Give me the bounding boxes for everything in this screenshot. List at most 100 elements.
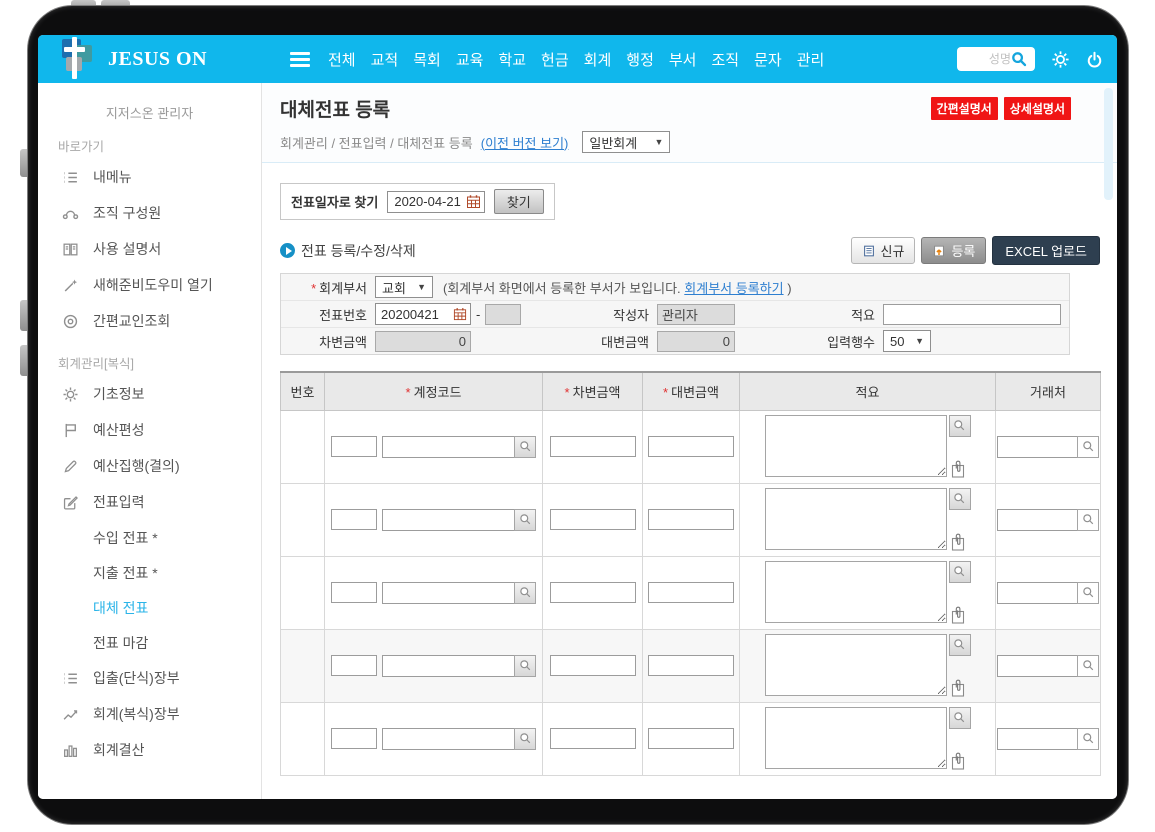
nav-item-9[interactable]: 부서 — [669, 49, 697, 70]
attachment-icon[interactable] — [950, 459, 966, 479]
nav-item-6[interactable]: 헌금 — [541, 49, 569, 70]
summary-textarea[interactable] — [765, 488, 947, 550]
account-search-button[interactable] — [514, 728, 536, 750]
slip-date-input[interactable]: 2020-04-21 — [387, 191, 485, 213]
account-code-input[interactable] — [331, 436, 377, 457]
nav-item-8[interactable]: 행정 — [626, 49, 654, 70]
sidebar-item-회계결산[interactable]: 회계결산 — [38, 732, 261, 768]
dept-register-link[interactable]: 회계부서 등록하기 — [684, 281, 783, 296]
gear-icon[interactable] — [1051, 50, 1070, 69]
search-icon[interactable] — [1011, 51, 1027, 67]
sidebar-item-기초정보[interactable]: 기초정보 — [38, 376, 261, 412]
debit-input[interactable] — [550, 728, 636, 749]
vendor-input[interactable] — [997, 509, 1077, 531]
find-button[interactable]: 찾기 — [494, 189, 544, 214]
dept-select[interactable]: 교회▼ — [375, 276, 433, 298]
nav-item-7[interactable]: 회계 — [584, 49, 612, 70]
hamburger-menu-icon[interactable] — [290, 49, 310, 70]
vendor-input[interactable] — [997, 582, 1077, 604]
excel-upload-button[interactable]: EXCEL 업로드 — [992, 236, 1100, 265]
slip-no-input[interactable]: 20200421 — [375, 303, 471, 325]
account-code-input[interactable] — [331, 582, 377, 603]
account-name-input[interactable] — [382, 582, 514, 604]
credit-input[interactable] — [648, 728, 734, 749]
nav-item-5[interactable]: 학교 — [498, 49, 526, 70]
account-code-input[interactable] — [331, 728, 377, 749]
quick-manual-button[interactable]: 간편설명서 — [931, 97, 998, 120]
account-search-button[interactable] — [514, 509, 536, 531]
nav-item-1[interactable]: 전체 — [328, 49, 356, 70]
sidebar-item-전표입력[interactable]: 전표입력 — [38, 484, 261, 520]
slip-no-suffix-input[interactable] — [485, 304, 521, 325]
credit-input[interactable] — [648, 655, 734, 676]
account-code-input[interactable] — [331, 655, 377, 676]
account-search-button[interactable] — [514, 436, 536, 458]
vendor-search-button[interactable] — [1077, 728, 1099, 750]
vendor-search-button[interactable] — [1077, 436, 1099, 458]
ledger-select[interactable]: 일반회계▼ — [582, 131, 670, 153]
summary-input[interactable] — [883, 304, 1061, 325]
account-code-input[interactable] — [331, 509, 377, 530]
sidebar-item-사용설명서[interactable]: 사용 설명서 — [38, 231, 261, 267]
debit-input[interactable] — [550, 655, 636, 676]
sidebar-item-대체전표[interactable]: 대체 전표 — [38, 590, 261, 625]
nav-item-10[interactable]: 조직 — [711, 49, 739, 70]
account-name-input[interactable] — [382, 436, 514, 458]
account-name-input[interactable] — [382, 509, 514, 531]
credit-input[interactable] — [648, 509, 734, 530]
attachment-icon[interactable] — [950, 605, 966, 625]
attachment-icon[interactable] — [950, 532, 966, 552]
sidebar-item-예산편성[interactable]: 예산편성 — [38, 412, 261, 448]
nav-item-11[interactable]: 문자 — [754, 49, 782, 70]
attachment-icon[interactable] — [950, 678, 966, 698]
calendar-icon[interactable] — [466, 194, 481, 209]
debit-input[interactable] — [550, 582, 636, 603]
account-name-input[interactable] — [382, 655, 514, 677]
scrollbar[interactable] — [1104, 88, 1113, 200]
vendor-search-button[interactable] — [1077, 655, 1099, 677]
summary-textarea[interactable] — [765, 707, 947, 769]
register-button[interactable]: 등록 — [921, 237, 986, 264]
account-name-input[interactable] — [382, 728, 514, 750]
debit-input[interactable] — [550, 509, 636, 530]
sidebar-item-지출전표[interactable]: 지출 전표 * — [38, 555, 261, 590]
summary-search-button[interactable] — [949, 415, 971, 437]
account-search-button[interactable] — [514, 655, 536, 677]
nav-item-2[interactable]: 교적 — [371, 49, 399, 70]
sidebar-item-조직구성원[interactable]: 조직 구성원 — [38, 195, 261, 231]
credit-input[interactable] — [648, 582, 734, 603]
sidebar-item-수입전표[interactable]: 수입 전표 * — [38, 520, 261, 555]
summary-search-button[interactable] — [949, 488, 971, 510]
vendor-input[interactable] — [997, 728, 1077, 750]
calendar-icon[interactable] — [453, 307, 467, 321]
summary-textarea[interactable] — [765, 561, 947, 623]
sidebar-item-회계(복식)장부[interactable]: 회계(복식)장부 — [38, 696, 261, 732]
sidebar-item-새해준비도우미열기[interactable]: 새해준비도우미 열기 — [38, 267, 261, 303]
summary-textarea[interactable] — [765, 634, 947, 696]
nav-item-12[interactable]: 관리 — [797, 49, 825, 70]
credit-input[interactable] — [648, 436, 734, 457]
summary-search-button[interactable] — [949, 561, 971, 583]
attachment-icon[interactable] — [950, 751, 966, 771]
sidebar-item-입출(단식)장부[interactable]: 입출(단식)장부 — [38, 660, 261, 696]
sidebar-item-전표마감[interactable]: 전표 마감 — [38, 625, 261, 660]
power-icon[interactable] — [1086, 51, 1103, 68]
vendor-search-button[interactable] — [1077, 582, 1099, 604]
debit-input[interactable] — [550, 436, 636, 457]
vendor-search-button[interactable] — [1077, 509, 1099, 531]
vendor-input[interactable] — [997, 655, 1077, 677]
sidebar-item-내메뉴[interactable]: 내메뉴 — [38, 159, 261, 195]
new-button[interactable]: 신규 — [851, 237, 916, 264]
account-search-button[interactable] — [514, 582, 536, 604]
nav-item-3[interactable]: 목회 — [413, 49, 441, 70]
row-count-select[interactable]: 50▼ — [883, 330, 931, 352]
previous-version-link[interactable]: (이전 버전 보기) — [481, 133, 569, 152]
nav-item-4[interactable]: 교육 — [456, 49, 484, 70]
summary-search-button[interactable] — [949, 707, 971, 729]
summary-search-button[interactable] — [949, 634, 971, 656]
summary-textarea[interactable] — [765, 415, 947, 477]
sidebar-item-간편교인조회[interactable]: 간편교인조회 — [38, 303, 261, 339]
detail-manual-button[interactable]: 상세설명서 — [1004, 97, 1071, 120]
name-search-input[interactable] — [963, 52, 1011, 66]
sidebar-item-예산집행(결의)[interactable]: 예산집행(결의) — [38, 448, 261, 484]
